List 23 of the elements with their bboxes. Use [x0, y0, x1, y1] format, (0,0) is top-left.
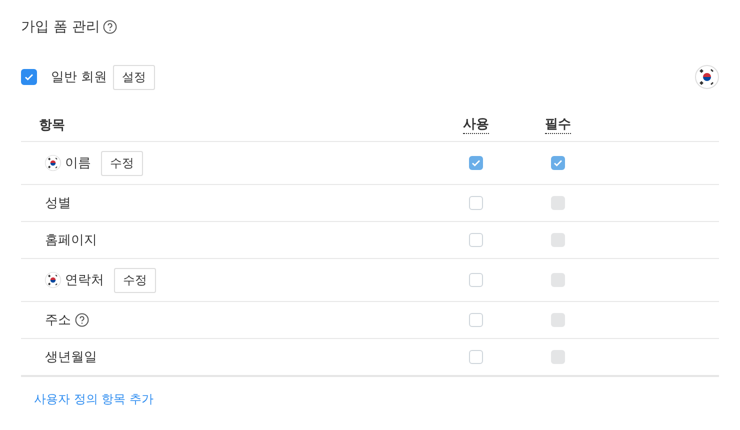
page-title: 가입 폼 관리	[21, 18, 100, 36]
check-icon	[553, 158, 563, 168]
column-header: 항목	[39, 116, 65, 134]
column-header: 사용	[463, 115, 489, 134]
field-label: 성별	[45, 195, 71, 212]
field-label: 연락처	[65, 272, 104, 289]
field-label: 홈페이지	[45, 232, 97, 249]
field-label: 생년월일	[45, 349, 97, 366]
help-icon[interactable]	[75, 313, 89, 327]
field-label: 이름	[65, 155, 91, 172]
field-label: 주소	[45, 312, 71, 329]
edit-button[interactable]: 수정	[101, 150, 143, 176]
checkbox[interactable]	[21, 69, 37, 85]
check-icon	[24, 72, 34, 82]
check-icon	[471, 158, 481, 168]
flag-icon	[45, 155, 61, 171]
flag-icon[interactable]	[695, 65, 719, 89]
column-header: 필수	[545, 115, 571, 134]
settings-button[interactable]: 설정	[113, 64, 156, 90]
member-type-label: 일반 회원	[51, 69, 108, 86]
flag-icon	[45, 272, 61, 288]
help-icon[interactable]	[102, 20, 117, 34]
edit-button[interactable]: 수정	[114, 268, 156, 292]
